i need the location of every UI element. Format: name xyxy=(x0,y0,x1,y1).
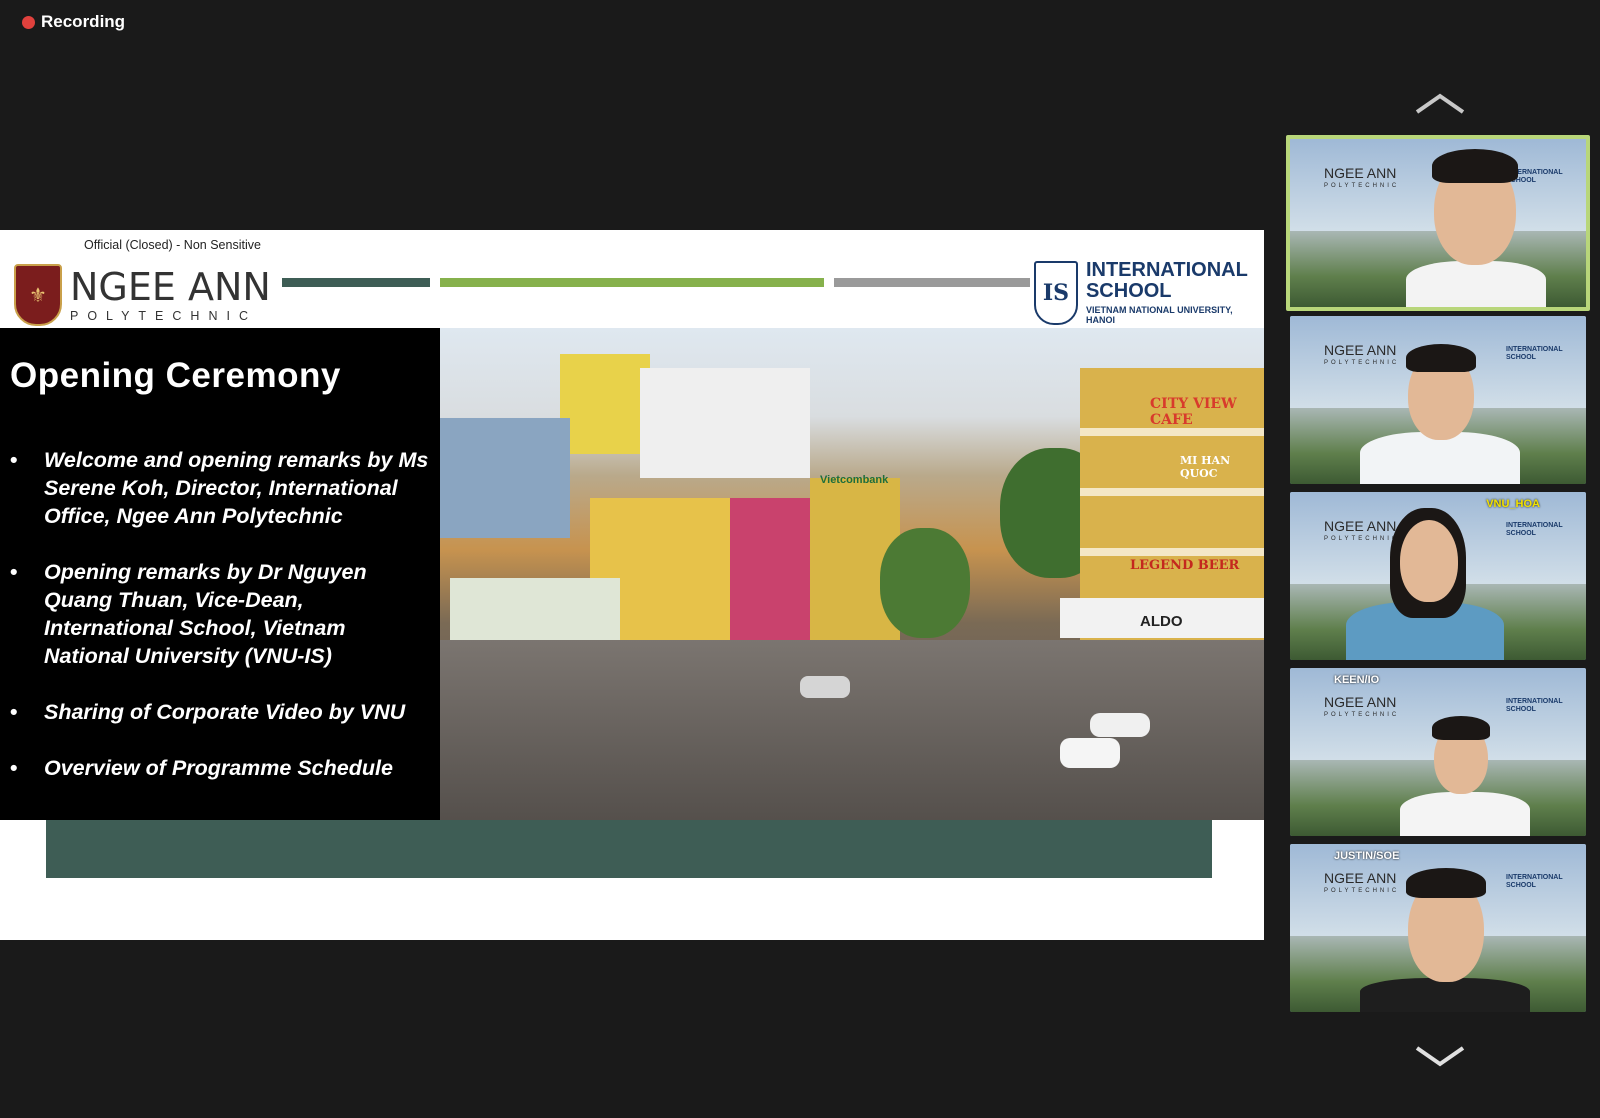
ngee-ann-logo: ⚜ NGEE ANN POLYTECHNIC xyxy=(14,264,271,326)
participant-tile[interactable]: NGEE ANN POLYTECHNIC INTERNATIONAL SCHOO… xyxy=(1290,316,1586,484)
participant-body xyxy=(1406,261,1546,307)
photo-sign-cafe: CITY VIEW CAFE xyxy=(1150,396,1237,428)
tile-logo-main: NGEE ANN xyxy=(1324,694,1397,710)
photo-building xyxy=(640,368,810,478)
chevron-down-icon xyxy=(1415,1046,1465,1067)
participant-hair xyxy=(1432,149,1518,183)
participant-video xyxy=(1390,708,1540,836)
agenda-item: Welcome and opening remarks by Ms Serene… xyxy=(10,446,430,530)
participant-hair xyxy=(1406,868,1486,898)
agenda-item: Sharing of Corporate Video by VNU xyxy=(10,698,430,726)
photo-building xyxy=(440,418,570,538)
participant-head xyxy=(1400,520,1458,602)
participant-video xyxy=(1360,862,1530,1012)
gallery-scroll-down-button[interactable] xyxy=(1410,1046,1470,1076)
shared-screen-slide: Official (Closed) - Non Sensitive ⚜ NGEE… xyxy=(0,230,1264,940)
is-logo-line1: INTERNATIONAL xyxy=(1085,259,1248,281)
agenda-list: Welcome and opening remarks by Ms Serene… xyxy=(10,446,430,810)
crest-icon: ⚜ xyxy=(14,264,62,326)
tile-logo: NGEE ANN POLYTECHNIC xyxy=(1324,165,1400,193)
slide-footer-band xyxy=(46,820,1212,878)
photo-sign-beer: LEGEND BEER xyxy=(1130,558,1240,573)
participant-name: KEEN/IO xyxy=(1334,674,1380,686)
participant-tile[interactable]: VNU_HOA NGEE ANN POLYTECHNIC INTERNATION… xyxy=(1290,492,1586,660)
hanoi-street-photo: CITY VIEW CAFE Vietcombank MI HAN QUOC L… xyxy=(440,328,1264,820)
photo-car xyxy=(1090,713,1150,737)
tile-logo-main: NGEE ANN xyxy=(1324,165,1397,181)
participant-body xyxy=(1360,978,1530,1012)
recording-indicator[interactable]: Recording xyxy=(22,12,125,32)
photo-car xyxy=(1060,738,1120,768)
photo-sign-store: ALDO xyxy=(1140,613,1183,630)
photo-building-balcony xyxy=(1080,488,1264,496)
participant-hair xyxy=(1432,716,1490,740)
international-school-logo: IS INTERNATIONAL SCHOOL VIETNAM NATIONAL… xyxy=(1034,260,1264,325)
photo-tree xyxy=(880,528,970,638)
agenda-item: Overview of Programme Schedule xyxy=(10,754,430,782)
accent-bar-dark-green xyxy=(282,278,430,287)
tile-logo-sub: POLYTECHNIC xyxy=(1324,183,1400,189)
participant-video xyxy=(1396,143,1556,307)
logo-main-text: NGEE ANN xyxy=(70,264,271,309)
is-logo-line2: SCHOOL xyxy=(1085,280,1172,302)
tile-logo-sub: POLYTECHNIC xyxy=(1324,712,1400,718)
participant-name: JUSTIN/SOE xyxy=(1334,850,1400,862)
participant-video xyxy=(1340,504,1510,660)
classification-label: Official (Closed) - Non Sensitive xyxy=(84,238,261,252)
participant-hair xyxy=(1406,344,1476,372)
chevron-up-icon xyxy=(1415,93,1465,114)
participant-tile[interactable]: JUSTIN/SOE NGEE ANN POLYTECHNIC INTERNAT… xyxy=(1290,844,1586,1012)
recording-label: Recording xyxy=(41,12,126,31)
accent-bar-grey xyxy=(834,278,1030,287)
participant-tile[interactable]: KEEN/IO NGEE ANN POLYTECHNIC INTERNATION… xyxy=(1290,668,1586,836)
video-meeting-window: Recording Official (Closed) - Non Sensit… xyxy=(0,0,1600,1118)
photo-sign-restaurant: MI HAN QUOC xyxy=(1180,454,1231,480)
is-logo-line3: VIETNAM NATIONAL UNIVERSITY, HANOI xyxy=(1085,305,1233,325)
logo-sub-text: POLYTECHNIC xyxy=(70,308,257,323)
photo-car xyxy=(800,676,850,698)
participant-tile[interactable]: NGEE ANN POLYTECHNIC INTERNATIONAL SCHOO… xyxy=(1286,135,1590,311)
tile-logo: NGEE ANN POLYTECHNIC xyxy=(1324,694,1400,722)
agenda-item: Opening remarks by Dr Nguyen Quang Thuan… xyxy=(10,558,430,670)
slide-title: Opening Ceremony xyxy=(10,356,341,395)
photo-building xyxy=(560,354,650,454)
accent-bar-light-green xyxy=(440,278,824,287)
tile-is-logo: INTERNATIONAL SCHOOL xyxy=(1506,522,1563,537)
recording-dot-icon xyxy=(22,15,35,29)
shield-icon: IS xyxy=(1034,260,1078,325)
participant-body xyxy=(1400,792,1530,836)
photo-building-balcony xyxy=(1080,428,1264,436)
participant-video xyxy=(1350,334,1530,484)
photo-sign-bank: Vietcombank xyxy=(820,474,889,486)
agenda-panel: Opening Ceremony Welcome and opening rem… xyxy=(0,328,440,820)
gallery-scroll-up-button[interactable] xyxy=(1410,92,1470,122)
photo-building-balcony xyxy=(1080,548,1264,556)
